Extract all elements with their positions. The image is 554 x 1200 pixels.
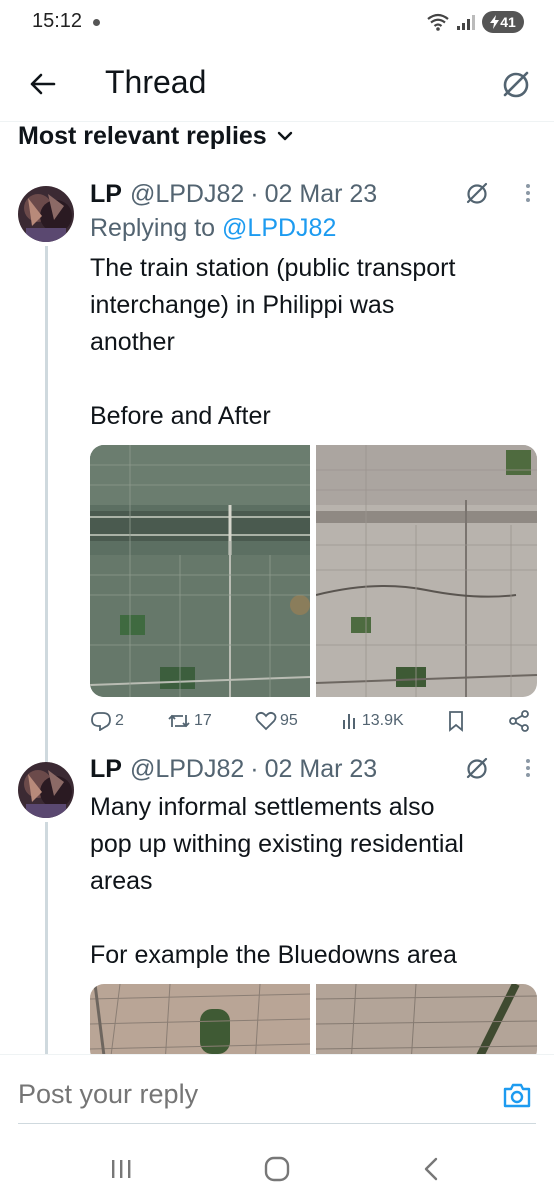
reply-composer	[0, 1054, 554, 1134]
analytics-icon	[342, 714, 355, 729]
status-bar: 15:12 41	[0, 0, 554, 46]
more-options-icon[interactable]	[524, 755, 532, 781]
tweet-text-line: For example the Bluedowns area	[90, 941, 457, 969]
separator-dot: ·	[250, 179, 259, 208]
status-time: 15:12	[32, 10, 83, 32]
bookmark-icon	[448, 711, 463, 732]
battery-indicator: 41	[482, 11, 524, 33]
share-button[interactable]	[508, 710, 530, 732]
satellite-image-before[interactable]	[90, 445, 310, 697]
status-icons: 41	[426, 10, 524, 34]
tweet-actions: 2 17 95 13.9K	[90, 706, 530, 736]
tweet-date[interactable]: 02 Mar 23	[265, 180, 378, 209]
author-name[interactable]: LP	[90, 755, 122, 784]
tweet-text-line: The train station (public transport	[90, 254, 456, 282]
tweet-text-line: Before and After	[90, 402, 271, 430]
like-count: 95	[279, 712, 298, 729]
reply-button[interactable]: 2	[90, 711, 124, 731]
media-grid	[90, 445, 537, 697]
thread-connector-line	[45, 822, 48, 1062]
more-options-icon[interactable]	[524, 180, 532, 206]
recent-apps-button[interactable]	[106, 1154, 136, 1184]
avatar[interactable]	[18, 186, 74, 242]
notification-dot	[93, 19, 100, 26]
replying-handle-link[interactable]: @LPDJ82	[222, 214, 336, 242]
page-title: Thread	[105, 64, 207, 100]
signal-icon	[457, 15, 475, 30]
recent-apps-icon	[112, 1160, 131, 1178]
tweet-text: The train station (public transport inte…	[90, 250, 540, 435]
system-back-button[interactable]	[416, 1154, 446, 1184]
heart-icon	[255, 711, 277, 731]
tweet-reply[interactable]: LP @LPDJ82 · 02 Mar 23 Replying to @LPDJ…	[90, 178, 540, 697]
repost-count: 17	[194, 712, 212, 729]
charging-icon	[490, 15, 500, 29]
wifi-icon	[427, 13, 449, 31]
grok-icon[interactable]	[464, 755, 490, 781]
camera-icon[interactable]	[502, 1081, 532, 1109]
sort-label: Most relevant replies	[18, 121, 267, 150]
media-grid	[90, 984, 537, 1064]
share-icon	[509, 710, 529, 732]
repost-button[interactable]: 17	[167, 711, 212, 731]
back-button[interactable]	[22, 64, 62, 104]
reply-input[interactable]	[18, 1079, 458, 1110]
grok-icon	[503, 71, 529, 98]
tweet-text-line: areas	[90, 867, 153, 895]
replying-prefix: Replying to	[90, 214, 223, 242]
views-button[interactable]: 13.9K	[341, 712, 404, 730]
arrow-left-icon	[30, 73, 56, 95]
battery-level: 41	[500, 14, 516, 30]
reply-underline	[18, 1123, 536, 1124]
app-header: Thread	[0, 46, 554, 122]
grok-button[interactable]	[496, 64, 536, 104]
satellite-image-after[interactable]	[316, 445, 537, 697]
author-handle[interactable]: @LPDJ82	[130, 180, 244, 209]
reply-count: 2	[115, 712, 124, 729]
bookmark-button[interactable]	[447, 710, 465, 732]
tweet-text-line: interchange) in Philippi was	[90, 291, 395, 319]
satellite-image-after[interactable]	[316, 984, 537, 1064]
tweet-text: Many informal settlements also pop up wi…	[90, 789, 540, 974]
author-handle[interactable]: @LPDJ82	[130, 755, 244, 784]
home-button[interactable]	[262, 1154, 292, 1184]
separator-dot: ·	[250, 754, 259, 783]
chevron-down-icon	[277, 131, 292, 141]
satellite-image-before[interactable]	[90, 984, 310, 1064]
view-count: 13.9K	[361, 712, 404, 729]
tweet-date[interactable]: 02 Mar 23	[265, 755, 378, 784]
tweet-text-line: pop up withing existing residential	[90, 830, 464, 858]
chevron-left-icon	[424, 1157, 438, 1181]
repost-icon	[168, 714, 190, 728]
system-nav-bar	[0, 1134, 554, 1200]
reply-icon	[91, 712, 111, 731]
thread-connector-line	[45, 246, 48, 766]
tweet-text-line: another	[90, 328, 175, 356]
home-icon	[264, 1156, 290, 1182]
grok-icon[interactable]	[464, 180, 490, 206]
avatar[interactable]	[18, 762, 74, 818]
tweet-text-line: Many informal settlements also	[90, 793, 435, 821]
like-button[interactable]: 95	[255, 711, 298, 731]
author-name[interactable]: LP	[90, 180, 122, 209]
replying-to: Replying to @LPDJ82	[90, 214, 540, 246]
sort-dropdown[interactable]: Most relevant replies	[18, 118, 293, 154]
tweet-reply[interactable]: LP @LPDJ82 · 02 Mar 23 Many informal set…	[90, 753, 540, 1064]
